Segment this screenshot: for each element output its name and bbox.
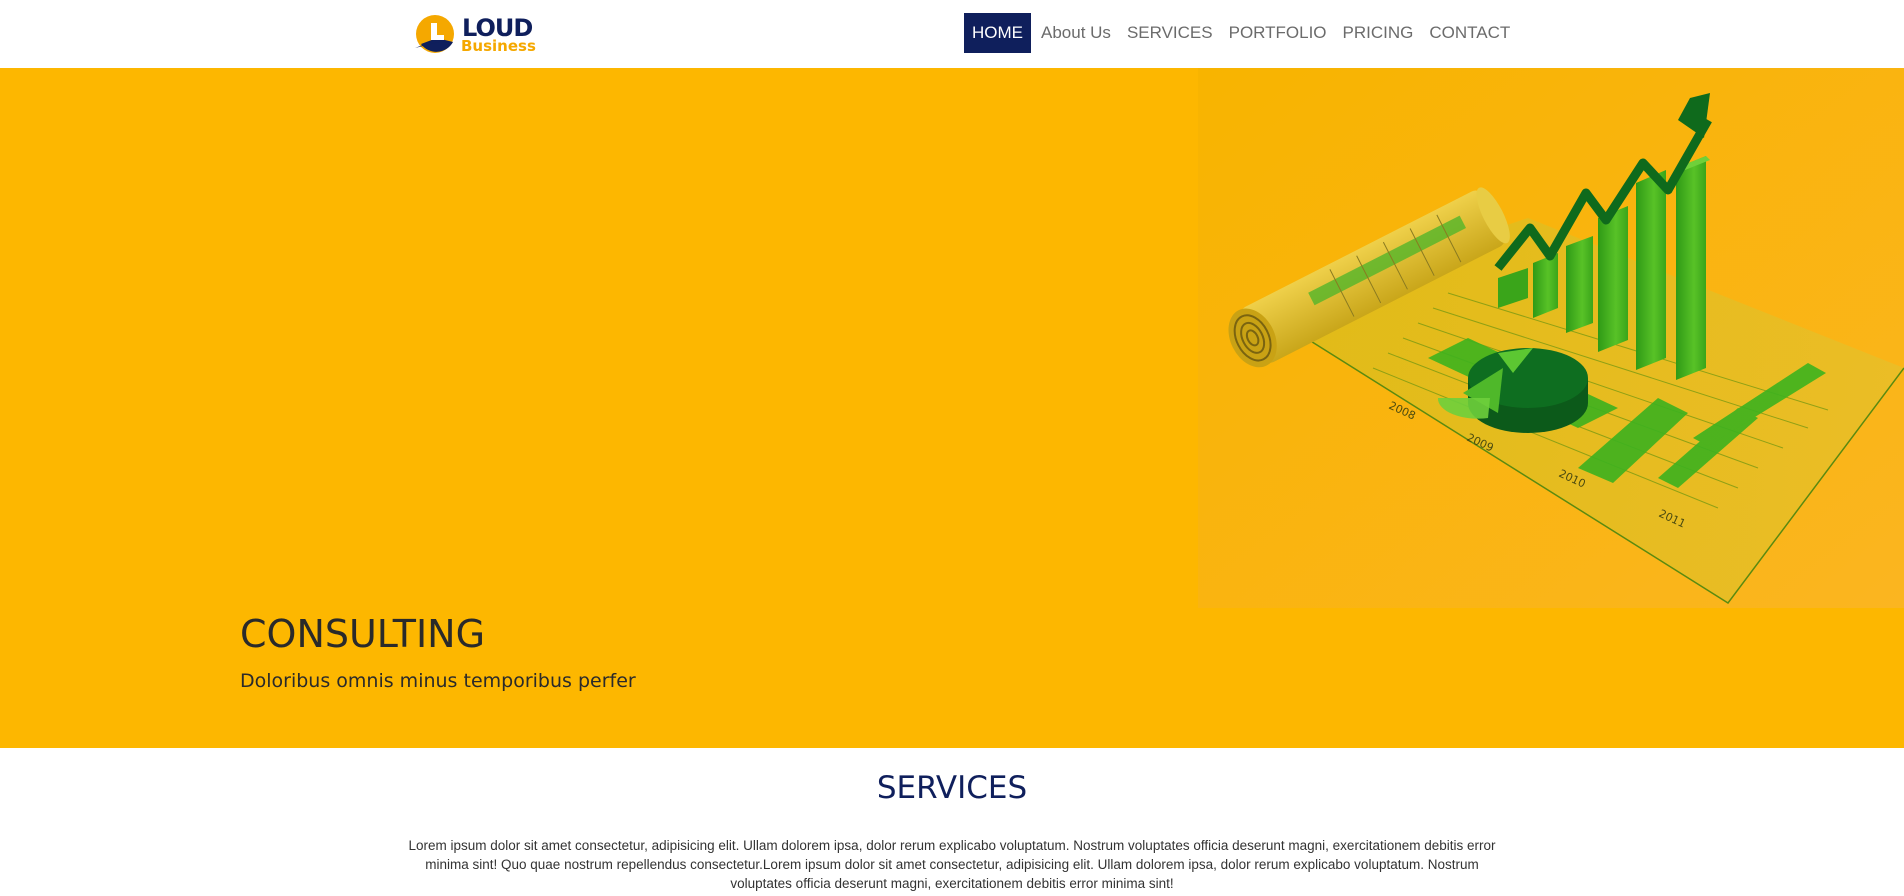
brand-tagline: Business — [461, 37, 536, 55]
nav-pricing[interactable]: PRICING — [1335, 13, 1422, 53]
hero-title: CONSULTING — [240, 612, 486, 656]
hero-subtitle: Doloribus omnis minus temporibus perfer — [240, 670, 636, 692]
main-nav: HOME About Us SERVICES PORTFOLIO PRICING… — [964, 13, 1518, 53]
services-heading: SERVICES — [876, 770, 1028, 806]
logo-mark-icon — [415, 15, 454, 53]
nav-services[interactable]: SERVICES — [1119, 13, 1221, 53]
site-header: LOUD Business HOME About Us SERVICES POR… — [0, 0, 1904, 68]
nav-contact[interactable]: CONTACT — [1421, 13, 1518, 53]
nav-home[interactable]: HOME — [964, 13, 1031, 53]
hero-banner: 2008 2009 2010 2011 CONSULTING Doloribus… — [0, 68, 1904, 748]
services-description: Lorem ipsum dolor sit amet consectetur, … — [408, 838, 1496, 891]
nav-about-us[interactable]: About Us — [1033, 13, 1119, 53]
nav-portfolio[interactable]: PORTFOLIO — [1221, 13, 1335, 53]
brand-logo[interactable]: LOUD Business — [415, 14, 540, 54]
growth-chart-illustration-icon: 2008 2009 2010 2011 — [1198, 68, 1904, 608]
